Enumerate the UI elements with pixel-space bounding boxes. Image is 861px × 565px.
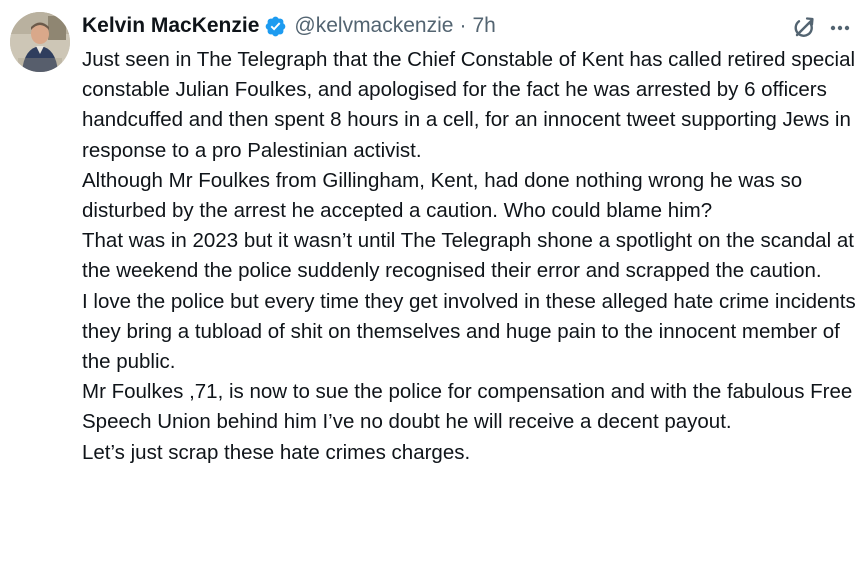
more-options-icon[interactable] <box>825 14 855 42</box>
author-handle[interactable]: @kelvmackenzie <box>294 14 453 38</box>
grok-icon[interactable] <box>790 14 818 42</box>
tweet-paragraph: I love the police but every time they ge… <box>82 289 856 374</box>
author-name[interactable]: Kelvin MacKenzie <box>82 14 259 38</box>
timestamp[interactable]: 7h <box>472 14 495 38</box>
avatar-photo <box>10 12 70 72</box>
tweet-paragraph: Let’s just scrap these hate crimes charg… <box>82 440 471 464</box>
verified-badge-icon <box>264 15 287 38</box>
tweet-paragraph: Mr Foulkes ,71, is now to sue the police… <box>82 380 853 434</box>
tweet-header: Kelvin MacKenzie @kelvmackenzie · 7h <box>82 10 496 42</box>
tweet-paragraph: That was in 2023 but it wasn’t until The… <box>82 229 854 283</box>
avatar[interactable] <box>10 12 70 72</box>
tweet-paragraph: Just seen in The Telegraph that the Chie… <box>82 48 856 162</box>
tweet-text: Just seen in The Telegraph that the Chie… <box>82 45 857 468</box>
separator-dot: · <box>459 14 467 37</box>
tweet-paragraph: Although Mr Foulkes from Gillingham, Ken… <box>82 168 803 223</box>
tweet: Kelvin MacKenzie @kelvmackenzie · 7h Jus… <box>0 0 861 565</box>
